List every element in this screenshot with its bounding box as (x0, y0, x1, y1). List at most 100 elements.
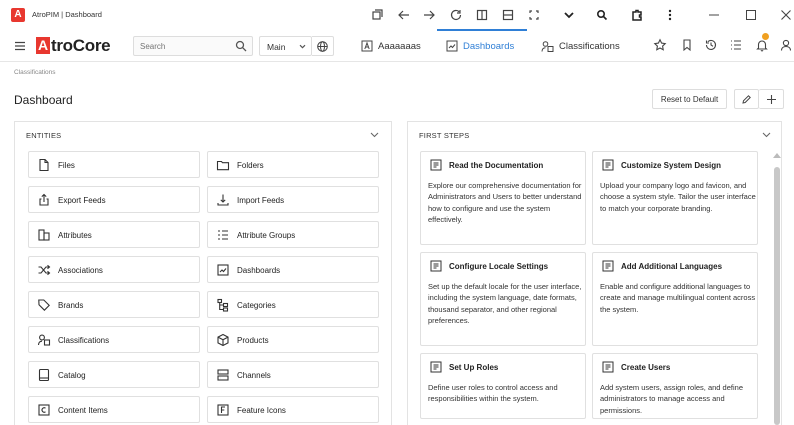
close-icon[interactable] (778, 7, 794, 23)
entity-folders[interactable]: Folders (207, 151, 379, 178)
minimize-icon[interactable] (706, 7, 722, 23)
star-icon[interactable] (652, 37, 668, 53)
history-icon[interactable] (703, 37, 719, 53)
attributes-icon (37, 228, 51, 242)
extensions-icon[interactable] (629, 7, 645, 23)
expand-icon[interactable] (526, 7, 542, 23)
entity-attribute-groups[interactable]: Attribute Groups (207, 221, 379, 248)
document-icon (430, 361, 442, 373)
breadcrumb[interactable]: Classifications (14, 69, 56, 76)
entity-brands[interactable]: Brands (28, 291, 200, 318)
active-tab-indicator (437, 29, 527, 31)
entity-label: Import Feeds (237, 196, 285, 205)
entity-catalog[interactable]: Catalog (28, 361, 200, 388)
tag-icon (37, 298, 51, 312)
language-button[interactable] (312, 36, 334, 56)
entity-channels[interactable]: Channels (207, 361, 379, 388)
entity-label: Dashboards (237, 266, 281, 275)
a-box-icon (361, 40, 373, 52)
page-title: Dashboard (14, 93, 73, 107)
entity-label: Attribute Groups (237, 231, 296, 240)
entity-label: Brands (58, 301, 84, 310)
step-card-body: Enable and configure additional language… (600, 282, 756, 314)
chevron-down-icon[interactable] (761, 129, 772, 140)
nav-item-label: Classifications (559, 40, 620, 52)
entity-content-items[interactable]: Content Items (28, 396, 200, 423)
nav-item-classifications[interactable]: Classifications (541, 38, 620, 54)
entity-label: Files (58, 161, 75, 170)
bell-icon[interactable] (754, 37, 770, 53)
entity-label: Categories (237, 301, 276, 310)
scope-select[interactable]: Main (259, 36, 312, 56)
brand-name[interactable]: troCore (51, 36, 111, 56)
entity-label: Classifications (58, 336, 110, 345)
chevron-down-icon[interactable] (369, 129, 380, 140)
step-card-design[interactable]: Customize System Design Upload your comp… (592, 151, 758, 245)
step-card-roles[interactable]: Set Up Roles Define user roles to contro… (420, 353, 586, 419)
more-vertical-icon[interactable] (662, 7, 678, 23)
bookmark-icon[interactable] (679, 37, 695, 53)
back-icon[interactable] (396, 7, 412, 23)
entity-classifications[interactable]: Classifications (28, 326, 200, 353)
globe-icon (316, 40, 329, 53)
reset-to-default-button[interactable]: Reset to Default (652, 89, 727, 109)
tab-icon[interactable] (500, 7, 516, 23)
catalog-icon (37, 368, 51, 382)
entity-label: Export Feeds (58, 196, 106, 205)
forward-icon[interactable] (421, 7, 437, 23)
step-card-body: Add system users, assign roles, and defi… (600, 383, 743, 415)
step-card-body: Define user roles to control access and … (428, 383, 558, 404)
reload-icon[interactable] (448, 7, 464, 23)
step-card-users[interactable]: Create Users Add system users, assign ro… (592, 353, 758, 419)
entity-associations[interactable]: Associations (28, 256, 200, 283)
chevron-down-icon[interactable] (561, 7, 577, 23)
step-card-documentation[interactable]: Read the Documentation Explore our compr… (420, 151, 586, 245)
nav-item-aaaaaaas[interactable]: Aaaaaaas (361, 38, 421, 54)
search-input[interactable] (134, 37, 224, 55)
notification-badge (762, 33, 769, 40)
scrollbar-thumb[interactable] (774, 167, 780, 425)
scroll-up-arrow[interactable] (773, 153, 781, 158)
entity-export-feeds[interactable]: Export Feeds (28, 186, 200, 213)
nav-item-dashboards[interactable]: Dashboards (446, 38, 514, 54)
entity-label: Attributes (58, 231, 92, 240)
step-card-languages[interactable]: Add Additional Languages Enable and conf… (592, 252, 758, 346)
content-icon (37, 403, 51, 417)
entity-label: Feature Icons (237, 406, 286, 415)
pin-icon[interactable] (369, 7, 385, 23)
pencil-icon (741, 94, 752, 105)
entity-label: Channels (237, 371, 271, 380)
entity-dashboards[interactable]: Dashboards (207, 256, 379, 283)
brand-logo-icon[interactable]: A (36, 37, 50, 54)
nav-item-label: Dashboards (463, 40, 515, 52)
entity-import-feeds[interactable]: Import Feeds (207, 186, 379, 213)
split-view-icon[interactable] (474, 7, 490, 23)
step-card-locale[interactable]: Configure Locale Settings Set up the def… (420, 252, 586, 346)
entity-products[interactable]: Products (207, 326, 379, 353)
entity-feature-icons[interactable]: Feature Icons (207, 396, 379, 423)
file-icon (37, 158, 51, 172)
app-header: A troCore Main Aaaaaaas Dashboards Class (0, 30, 794, 62)
entity-attributes[interactable]: Attributes (28, 221, 200, 248)
search-icon[interactable] (235, 40, 247, 52)
entity-categories[interactable]: Categories (207, 291, 379, 318)
maximize-icon[interactable] (743, 7, 759, 23)
zoom-icon[interactable] (594, 7, 610, 23)
nav-item-label: Aaaaaaas (378, 40, 421, 52)
entity-label: Associations (58, 266, 103, 275)
user-icon[interactable] (778, 37, 794, 53)
document-icon (602, 159, 614, 171)
add-dashlet-button[interactable] (759, 89, 784, 109)
step-card-body: Set up the default locale for the user i… (428, 282, 582, 326)
shuffle-icon (37, 263, 51, 277)
step-card-title: Set Up Roles (449, 363, 499, 372)
panel-title: FIRST STEPS (419, 131, 470, 140)
menu-icon[interactable] (14, 40, 26, 52)
entity-files[interactable]: Files (28, 151, 200, 178)
app-logo-icon: A (11, 8, 25, 22)
list-icon[interactable] (728, 37, 744, 53)
plus-icon (766, 94, 777, 105)
import-icon (216, 193, 230, 207)
feature-icon (216, 403, 230, 417)
edit-dashboard-button[interactable] (734, 89, 759, 109)
